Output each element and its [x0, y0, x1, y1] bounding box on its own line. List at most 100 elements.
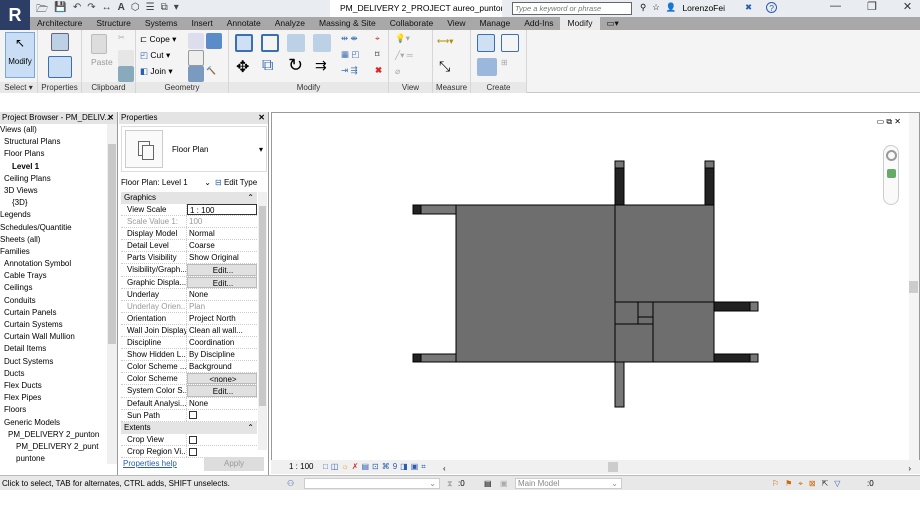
- horizontal-scrollbar[interactable]: ‹ ›: [443, 462, 911, 473]
- binoculars-icon[interactable]: ⚲: [640, 2, 646, 13]
- help-icon[interactable]: ?: [766, 2, 778, 13]
- linework-icon[interactable]: ⌀: [395, 66, 400, 77]
- thin-lines-icon[interactable]: ☰: [146, 2, 155, 15]
- tab-massing-site[interactable]: Massing & Site: [312, 17, 383, 30]
- view-scale[interactable]: 1 : 100: [289, 460, 313, 474]
- paint-icon[interactable]: [206, 33, 222, 49]
- instance-selector[interactable]: Floor Plan: Level 1 ⌄: [121, 176, 211, 189]
- property-value[interactable]: Clean all wall...: [187, 325, 257, 336]
- browser-item[interactable]: Annotation Symbol: [0, 258, 117, 270]
- browser-item[interactable]: Detail Items: [0, 343, 117, 355]
- tab-add-ins[interactable]: Add-Ins: [517, 17, 560, 30]
- browser-item[interactable]: Sheets (all): [0, 234, 117, 246]
- move-icon[interactable]: ✥: [236, 57, 249, 77]
- browser-item[interactable]: Flex Pipes: [0, 392, 117, 404]
- browser-item[interactable]: Structural Plans: [0, 136, 117, 148]
- property-value[interactable]: Plan: [187, 301, 257, 312]
- hide-icon[interactable]: 💡▾: [395, 33, 410, 44]
- property-value[interactable]: Coarse: [187, 240, 257, 251]
- select-pinned-icon[interactable]: ⌖: [798, 479, 809, 488]
- browser-item[interactable]: Conduits: [0, 295, 117, 307]
- create-group-icon[interactable]: [501, 34, 519, 52]
- select-dropdown[interactable]: Select ▾: [0, 82, 37, 93]
- edit-button[interactable]: <none>: [187, 373, 257, 385]
- copy-element-icon[interactable]: ⧉: [262, 57, 273, 75]
- tab-systems[interactable]: Systems: [138, 17, 185, 30]
- wall-joins-icon[interactable]: [188, 50, 204, 66]
- measure-distance-icon[interactable]: ⟷▾: [437, 36, 453, 47]
- property-value[interactable]: [187, 434, 257, 445]
- application-menu-button[interactable]: R: [0, 0, 30, 32]
- browser-item[interactable]: Duct Systems: [0, 356, 117, 368]
- paste-button[interactable]: Paste: [91, 57, 113, 67]
- browser-item[interactable]: Floors: [0, 404, 117, 416]
- browser-item[interactable]: {3D}: [0, 197, 117, 209]
- design-options-icon[interactable]: ▤: [484, 476, 492, 491]
- close-windows-icon[interactable]: ⧉: [161, 2, 168, 15]
- property-value[interactable]: None: [187, 289, 257, 300]
- tab-annotate[interactable]: Annotate: [220, 17, 268, 30]
- browser-item[interactable]: puntone: [0, 453, 117, 465]
- section-graphics[interactable]: Graphics ⌃: [121, 192, 257, 204]
- scrollbar-thumb[interactable]: [108, 144, 116, 344]
- property-value[interactable]: 100: [187, 216, 257, 227]
- navigation-bar[interactable]: [883, 145, 899, 205]
- property-value[interactable]: By Discipline: [187, 349, 257, 360]
- browser-item[interactable]: Families: [0, 246, 117, 258]
- restore-button[interactable]: ❐: [867, 0, 877, 13]
- crop-icon[interactable]: ⊡: [372, 462, 382, 471]
- browser-item[interactable]: Flex Ducts: [0, 380, 117, 392]
- browser-item[interactable]: Ducts: [0, 368, 117, 380]
- unpin-icon[interactable]: ⌖: [375, 33, 380, 44]
- tab-modify[interactable]: Modify: [560, 17, 600, 30]
- override-icon[interactable]: ╱▾ ═: [395, 50, 413, 61]
- create-similar-icon[interactable]: ⊞: [501, 58, 517, 74]
- align-icon[interactable]: [235, 34, 253, 52]
- filter-icon[interactable]: ⧗: [447, 476, 453, 491]
- render-icon[interactable]: ▤: [361, 462, 372, 471]
- search-input[interactable]: Type a keyword or phrase: [512, 2, 632, 15]
- 3d-view-icon[interactable]: ⬡: [131, 2, 140, 15]
- save-icon[interactable]: 💾: [54, 2, 66, 15]
- paste-icon[interactable]: [91, 34, 107, 54]
- hammer-icon[interactable]: 🔨: [206, 66, 222, 82]
- create-parts-icon[interactable]: [477, 58, 497, 76]
- visual-style-icon[interactable]: ◫: [331, 462, 342, 471]
- properties-icon[interactable]: [48, 56, 72, 78]
- text-icon[interactable]: A: [118, 2, 125, 15]
- browser-item[interactable]: Cable Trays: [0, 270, 117, 282]
- active-only-icon[interactable]: ▣: [500, 476, 508, 491]
- show-crop-icon[interactable]: ⌘: [382, 462, 393, 471]
- apply-button[interactable]: Apply: [204, 457, 264, 471]
- edit-button[interactable]: Edit...: [187, 264, 257, 276]
- worksharing-icon[interactable]: ▣: [411, 462, 422, 471]
- close-icon[interactable]: ✕: [258, 112, 265, 124]
- tab-analyze[interactable]: Analyze: [268, 17, 312, 30]
- property-value[interactable]: Project North: [187, 313, 257, 324]
- copy-icon[interactable]: [118, 50, 134, 66]
- vertical-scrollbar[interactable]: [107, 124, 117, 464]
- open-icon[interactable]: 🗁: [36, 2, 48, 15]
- checkbox[interactable]: [189, 447, 197, 456]
- browser-item[interactable]: 3D Views: [0, 185, 117, 197]
- cut-geometry-button[interactable]: ◰ Cut ▾: [140, 50, 170, 61]
- select-underlay-icon[interactable]: ⚑: [785, 479, 798, 488]
- mirror-draw-icon[interactable]: [313, 34, 331, 52]
- user-name[interactable]: LorenzoFei: [682, 3, 725, 13]
- tab-insert[interactable]: Insert: [184, 17, 219, 30]
- match-type-icon[interactable]: [118, 66, 134, 82]
- browser-item[interactable]: Schedules/Quantitie: [0, 222, 117, 234]
- property-value[interactable]: 1 : 100: [187, 204, 257, 216]
- join-button[interactable]: ◧ Join ▾: [140, 66, 173, 77]
- edit-type-button[interactable]: ⊟ Edit Type: [215, 176, 257, 189]
- demolish-icon[interactable]: [188, 66, 204, 82]
- browser-item[interactable]: Floor Plans: [0, 148, 117, 160]
- scale-icon[interactable]: ⇥ ⇶: [341, 65, 358, 76]
- property-value[interactable]: None: [187, 398, 257, 409]
- customize-icon[interactable]: ▾: [174, 2, 179, 15]
- property-value[interactable]: Coordination: [187, 337, 257, 348]
- mirror-axis-icon[interactable]: [287, 34, 305, 52]
- create-assembly-icon[interactable]: [477, 34, 495, 52]
- tab-collaborate[interactable]: Collaborate: [383, 17, 440, 30]
- minimize-button[interactable]: —: [830, 0, 841, 13]
